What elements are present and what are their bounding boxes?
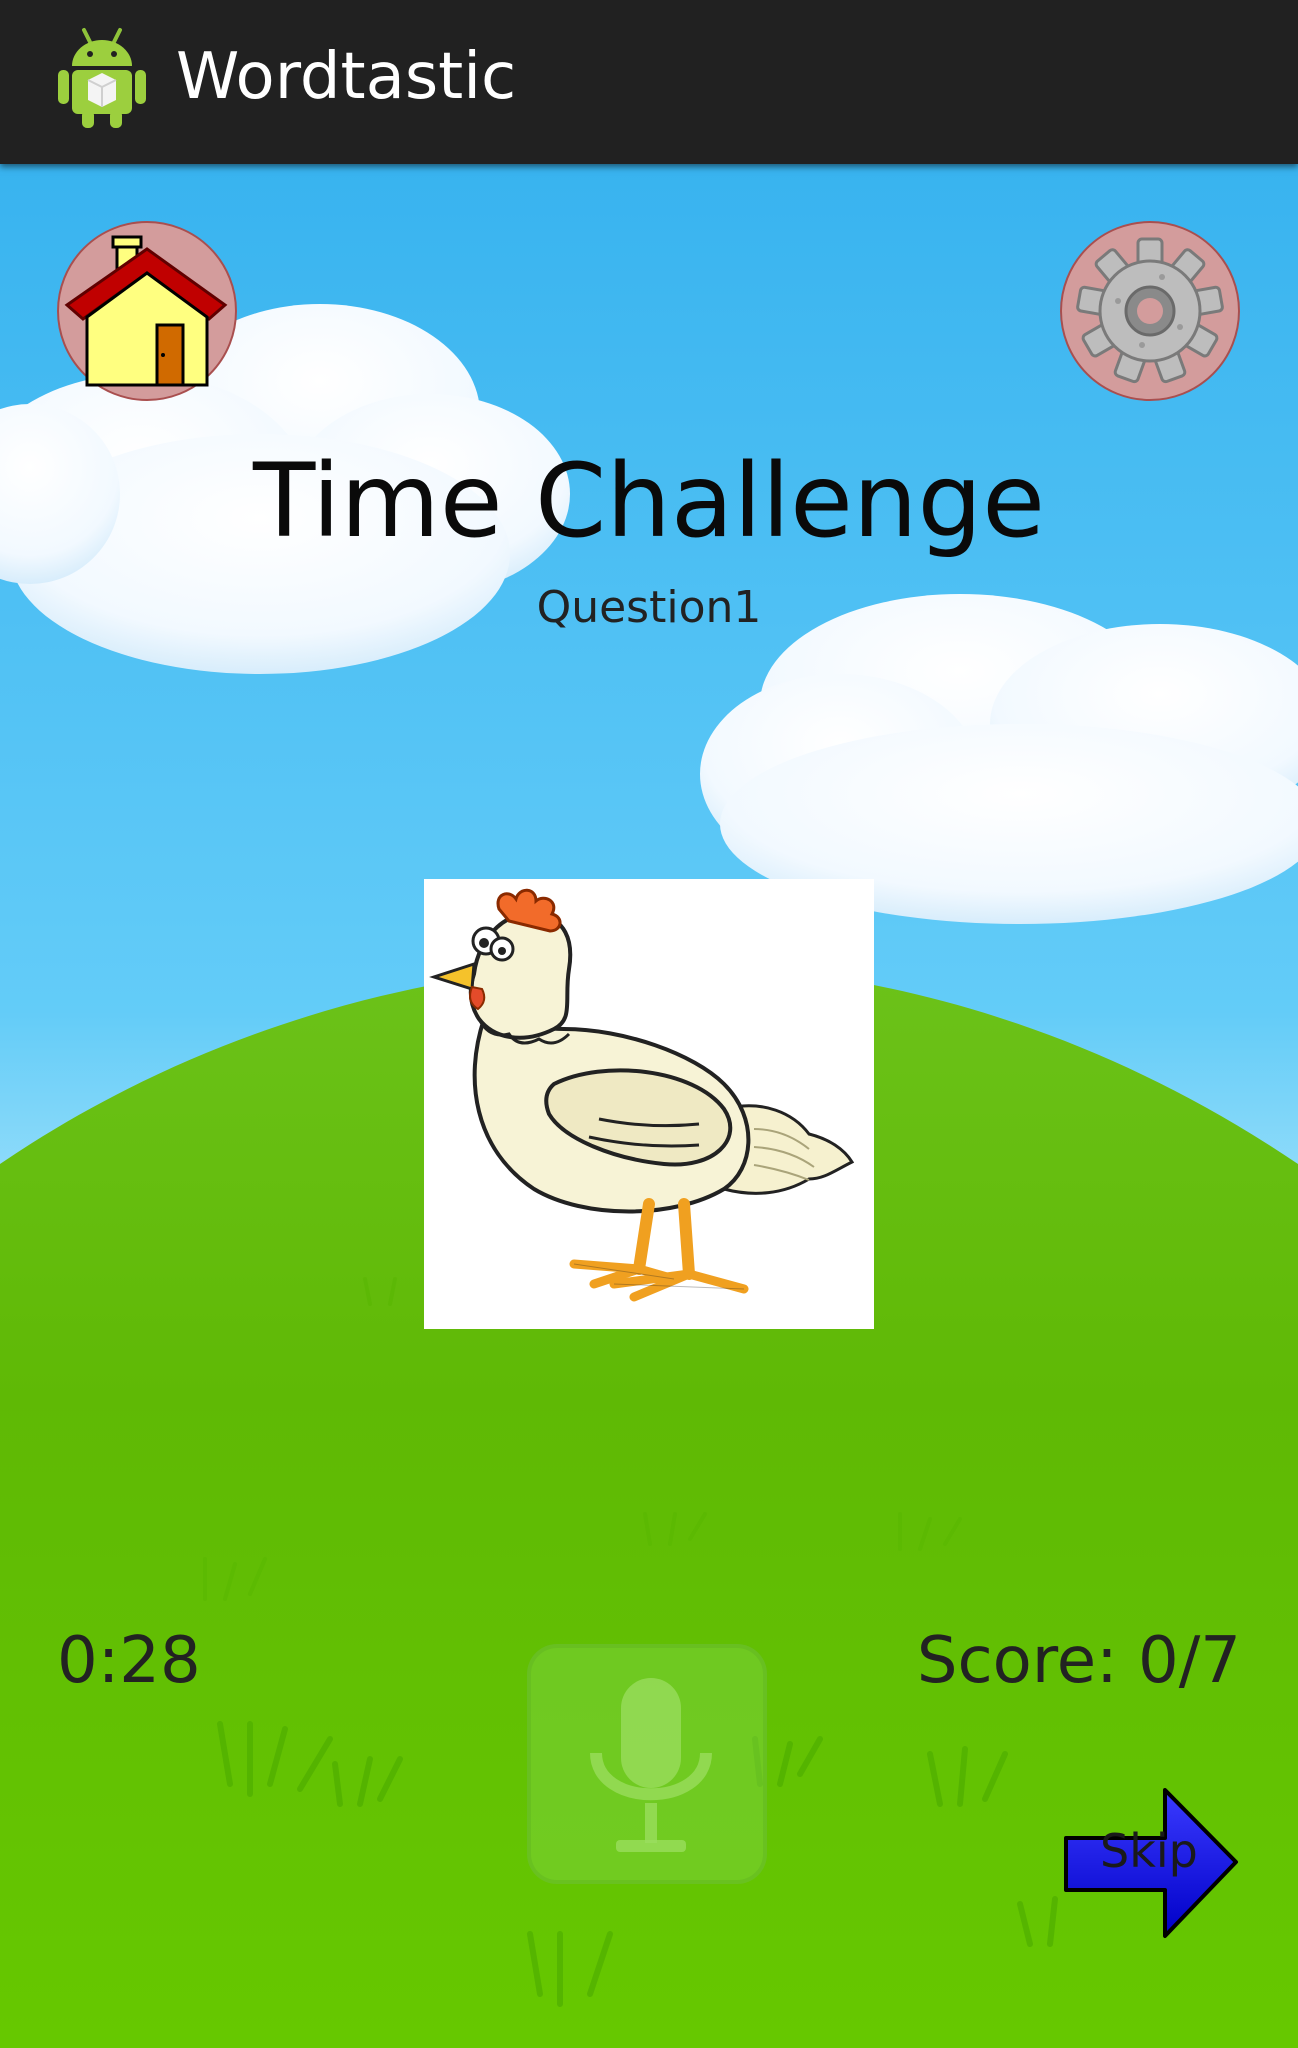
question-label: Question1 — [536, 582, 762, 633]
action-bar: Wordtastic — [0, 0, 1298, 164]
score-display: Score: 0/7 — [916, 1624, 1241, 1698]
chicken-image — [429, 888, 855, 1302]
app-title: Wordtastic — [176, 40, 517, 114]
timer-display: 0:28 — [57, 1624, 201, 1698]
skip-button[interactable]: Skip — [1060, 1786, 1240, 1941]
challenge-title: Time Challenge — [253, 442, 1045, 561]
microphone-button[interactable] — [527, 1644, 767, 1884]
microphone-icon — [590, 1678, 712, 1852]
gear-icon — [1076, 237, 1224, 384]
home-icon — [64, 235, 228, 387]
settings-button[interactable] — [1060, 221, 1240, 401]
question-picture — [424, 879, 874, 1329]
game-screen: Time Challenge Question1 0:28 Score: 0/7… — [0, 164, 1298, 2048]
android-icon — [58, 28, 146, 128]
home-button[interactable] — [57, 221, 237, 401]
skip-label: Skip — [1100, 1824, 1198, 1878]
